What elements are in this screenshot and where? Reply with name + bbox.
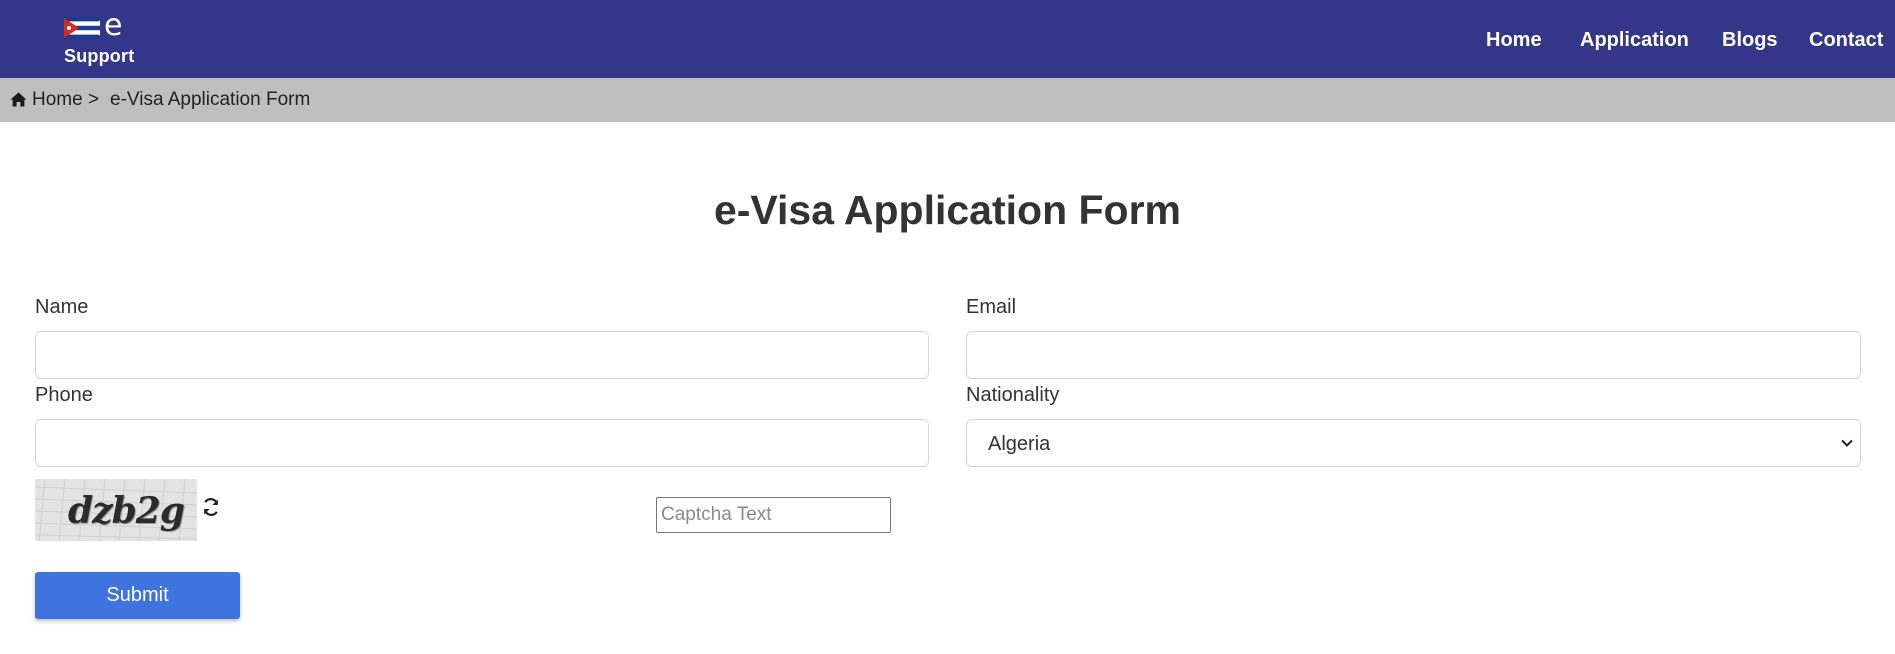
logo-subtitle: Support bbox=[64, 46, 135, 66]
nav-application-link[interactable]: Application bbox=[1580, 28, 1689, 52]
submit-button[interactable]: Submit bbox=[35, 572, 240, 619]
breadcrumb-home-link[interactable]: Home bbox=[32, 89, 83, 111]
phone-label: Phone bbox=[35, 384, 93, 406]
breadcrumb-separator: > bbox=[88, 89, 100, 110]
nationality-selected-value: Algeria bbox=[988, 433, 1051, 455]
top-navbar: e Support Home Application Blogs Contact bbox=[0, 0, 1895, 78]
phone-input[interactable] bbox=[35, 419, 929, 467]
nav-contact-link[interactable]: Contact bbox=[1809, 28, 1883, 52]
home-icon bbox=[10, 92, 27, 107]
captcha-image: dzb2g bbox=[35, 479, 197, 541]
refresh-icon[interactable] bbox=[201, 497, 221, 517]
captcha-code: dzb2g bbox=[68, 490, 185, 532]
nationality-label: Nationality bbox=[966, 384, 1060, 406]
email-label: Email bbox=[966, 296, 1017, 318]
captcha-input[interactable] bbox=[656, 497, 891, 533]
breadcrumb-current: e-Visa Application Form bbox=[110, 89, 311, 110]
nav-home-link[interactable]: Home bbox=[1486, 28, 1542, 52]
name-input[interactable] bbox=[35, 331, 929, 379]
nav-blogs-link[interactable]: Blogs bbox=[1722, 28, 1778, 52]
name-label: Name bbox=[35, 296, 89, 318]
logo-letter: e bbox=[104, 8, 123, 43]
site-logo[interactable]: e Support bbox=[63, 8, 143, 70]
nationality-select[interactable]: Algeria bbox=[966, 419, 1861, 467]
chevron-down-icon bbox=[1841, 439, 1853, 447]
page-title: e-Visa Application Form bbox=[713, 187, 1182, 233]
email-input[interactable] bbox=[966, 331, 1861, 379]
cuba-flag-icon bbox=[64, 17, 100, 39]
